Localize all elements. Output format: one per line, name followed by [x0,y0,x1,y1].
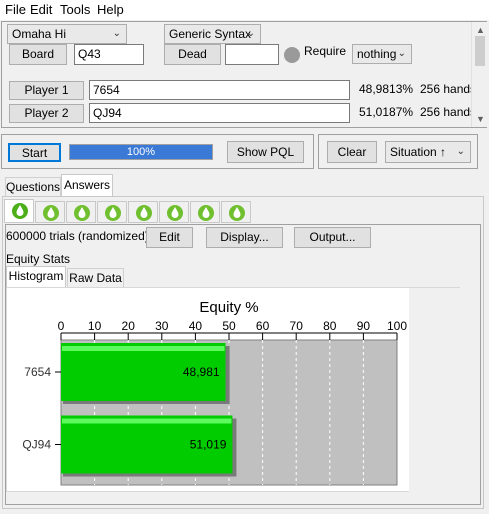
x-tick-label: 0 [58,319,65,333]
require-select-value: nothing [357,47,397,61]
question-tab-8[interactable] [221,201,251,223]
drop-icon [136,205,152,221]
trials-info: 600000 trials (randomized) [6,229,149,243]
x-tick-label: 50 [222,319,236,333]
drop-icon [12,203,28,219]
drop-icon [105,205,121,221]
menu-bar: File Edit Tools Help [0,0,489,20]
drop-icon [43,205,59,221]
scroll-down-icon[interactable]: ▼ [476,114,485,124]
chart-margin [409,288,461,493]
dead-input[interactable] [225,44,279,65]
question-tab-7[interactable] [190,201,220,223]
player-1-button[interactable]: Player 1 [9,81,84,100]
scrollbar[interactable]: ▲ ▼ [471,22,487,127]
chevron-down-icon: ⌄ [112,28,121,39]
scroll-up-icon[interactable]: ▲ [476,25,485,35]
chart-title: Equity % [199,299,258,316]
board-input[interactable]: Q43 [74,44,144,65]
equity-histogram: Equity % 0 10 20 30 40 50 60 70 80 90 100 48,981 7654… [22,288,461,493]
player-2-hand-input[interactable]: QJ94 [89,103,350,123]
bar-highlight [62,418,232,424]
situation-select-value: Situation ↑ [390,145,447,159]
drop-icon [229,205,245,221]
menu-tools[interactable]: Tools [60,2,90,17]
question-tab-2[interactable] [35,201,65,223]
player-1-hands: 256 hands [420,82,477,96]
player-2-equity: 51,0187% [359,105,414,119]
start-button[interactable]: Start [8,143,61,162]
require-select[interactable]: nothing ⌄ [352,44,412,64]
y-tick-label: 7654 [24,365,51,379]
output-button[interactable]: Output... [294,227,371,248]
x-tick-label: 100 [387,319,407,333]
progress-bar: 100% [69,144,213,160]
tab-raw-data[interactable]: Raw Data [67,268,124,287]
player-2-hands: 256 hands [420,105,477,119]
menu-file[interactable]: File [5,2,26,17]
situation-select[interactable]: Situation ↑ ⌄ [385,141,471,163]
bar-value-label: 51,019 [190,438,227,452]
menu-help[interactable]: Help [97,2,124,17]
tab-questions[interactable]: Questions [5,177,61,196]
question-tab-6[interactable] [159,201,189,223]
question-tab-1[interactable] [4,199,34,223]
x-tick-label: 10 [88,319,102,333]
question-tab-4[interactable] [97,201,127,223]
chevron-down-icon: ⌄ [397,48,406,59]
require-radio[interactable] [284,47,300,63]
clear-button[interactable]: Clear [327,141,377,163]
bar-highlight [62,346,225,351]
x-tick-label: 80 [323,319,337,333]
chevron-down-icon: ⌄ [456,146,465,157]
x-tick-label: 30 [155,319,169,333]
progress-text: 100% [126,146,156,158]
board-button[interactable]: Board [9,44,67,65]
game-select-value: Omaha Hi [12,27,67,41]
display-button[interactable]: Display... [206,227,283,248]
x-tick-label: 40 [189,319,203,333]
dead-button[interactable]: Dead [164,44,221,65]
y-tick-label: QJ94 [22,438,51,452]
chart-container: Equity % 0 10 20 30 40 50 60 70 80 90 100 48,981 7654… [6,287,461,493]
x-tick-label: 60 [256,319,270,333]
x-tick-label: 70 [290,319,304,333]
game-select[interactable]: Omaha Hi ⌄ [7,24,127,44]
menu-edit[interactable]: Edit [30,2,52,17]
drop-icon [74,205,90,221]
syntax-select[interactable]: Generic Syntax ⌄ [164,24,261,44]
edit-button[interactable]: Edit [146,227,193,248]
player-1-equity: 48,9813% [359,82,414,96]
question-tab-5[interactable] [128,201,158,223]
tab-answers[interactable]: Answers [61,174,113,196]
tab-histogram[interactable]: Histogram [6,266,66,287]
x-tick-label: 90 [357,319,371,333]
chevron-down-icon: ⌄ [246,28,255,39]
syntax-select-value: Generic Syntax [169,27,252,41]
require-label: Require [304,44,347,58]
x-tick-label: 20 [122,319,136,333]
drop-icon [167,205,183,221]
player-2-button[interactable]: Player 2 [9,104,84,123]
show-pql-button[interactable]: Show PQL [227,141,304,163]
question-tab-3[interactable] [66,201,96,223]
scrollbar-thumb[interactable] [475,36,485,66]
equity-stats-label: Equity Stats [6,252,71,266]
input-panel: Omaha Hi ⌄ Generic Syntax ⌄ Board Q43 De… [1,21,487,128]
drop-icon [198,205,214,221]
bar-value-label: 48,981 [183,365,220,379]
player-1-hand-input[interactable]: 7654 [89,80,350,100]
